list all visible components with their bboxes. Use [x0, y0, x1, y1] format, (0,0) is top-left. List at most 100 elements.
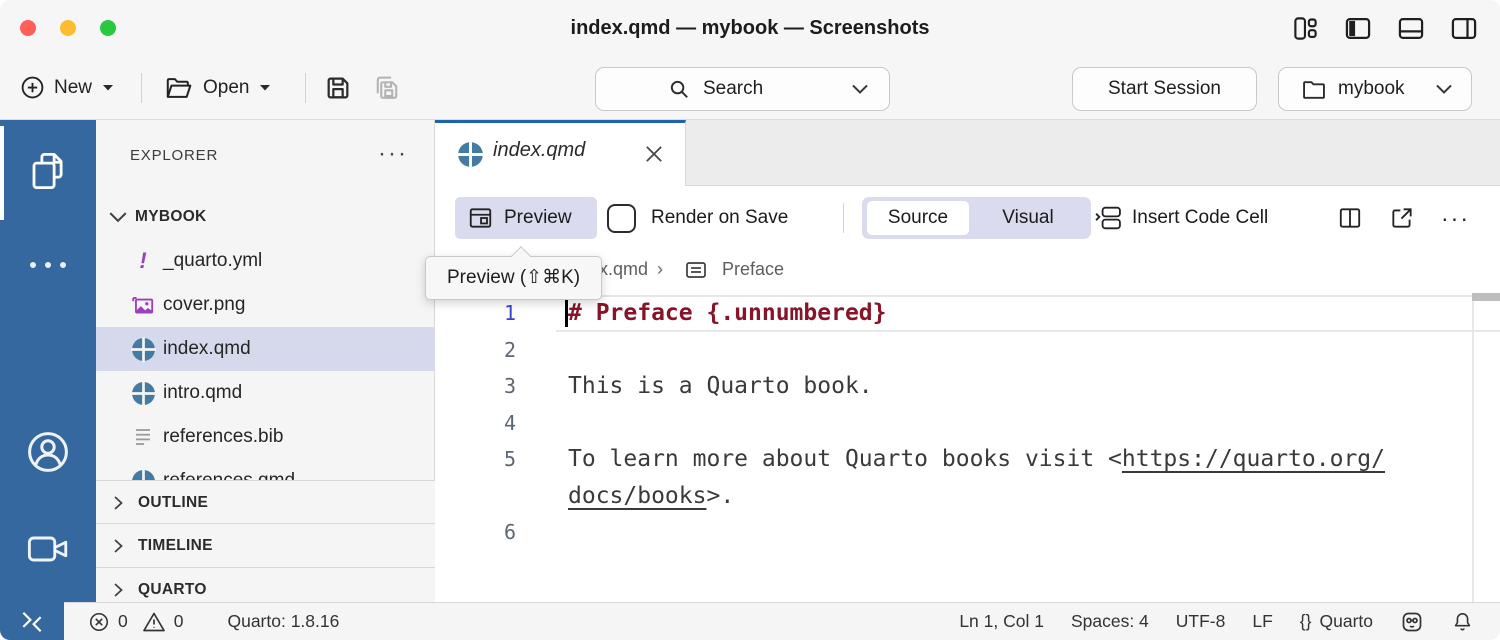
tooltip-label: Preview (⇧⌘K) [447, 267, 580, 288]
files-icon [27, 148, 69, 194]
code-editor[interactable]: 1 # Preface {.unnumbered} 2 3 This is a … [435, 295, 1500, 602]
quarto-version-status[interactable]: Quarto: 1.8.16 [227, 611, 339, 632]
code-line-heading: # Preface {.unnumbered} [568, 295, 887, 332]
title-bar: index.qmd — mybook — Screenshots [0, 0, 1500, 56]
plus-circle-icon [20, 75, 45, 100]
file-item-quarto-yml[interactable]: ! _quarto.yml [96, 239, 435, 283]
new-label: New [54, 77, 92, 99]
search-box[interactable]: Search [595, 67, 890, 111]
search-label: Search [703, 78, 763, 100]
toggle-left-panel-icon[interactable] [1344, 14, 1372, 42]
quarto-file-icon [130, 337, 156, 362]
line-number: 1 [435, 295, 516, 332]
remote-indicator-button[interactable] [0, 602, 64, 640]
file-item-intro-qmd[interactable]: intro.qmd [96, 371, 435, 415]
account-button[interactable] [0, 428, 96, 476]
quarto-file-icon [457, 141, 484, 168]
chevron-down-icon [108, 210, 128, 224]
customize-layout-icon[interactable] [1291, 14, 1319, 42]
file-name: _quarto.yml [163, 250, 262, 272]
search-icon [668, 78, 691, 101]
link-text[interactable]: https://quarto.org/ [1122, 446, 1385, 472]
top-toolbar: New Open [0, 56, 1500, 120]
visual-mode-button[interactable]: Visual [969, 207, 1087, 229]
line-number: 6 [435, 514, 516, 551]
editor-scrollbar[interactable] [1472, 295, 1474, 602]
file-item-index-qmd[interactable]: index.qmd [96, 327, 435, 371]
editor-scrollbar-thumb[interactable] [1472, 293, 1500, 301]
quarto-file-icon [130, 381, 156, 406]
warning-icon [142, 611, 166, 633]
editor-toolbar-separator [843, 203, 844, 233]
insert-code-cell-icon [1093, 205, 1123, 231]
line-number: 3 [435, 368, 516, 405]
more-actions-icon[interactable]: ··· [1441, 205, 1470, 232]
file-name: intro.qmd [163, 382, 242, 404]
account-icon [24, 428, 72, 476]
source-visual-toggle: Source Visual [862, 197, 1091, 239]
save-button[interactable] [324, 56, 352, 119]
save-all-button[interactable] [372, 56, 402, 119]
section-label: TIMELINE [138, 537, 213, 555]
encoding-status[interactable]: UTF-8 [1176, 611, 1226, 632]
explorer-view-button[interactable] [0, 148, 96, 194]
screencast-button[interactable] [0, 532, 96, 566]
open-in-new-window-icon[interactable] [1389, 205, 1415, 231]
code-line-wrapped: docs/books>. [568, 478, 734, 515]
split-editor-icon[interactable] [1337, 205, 1363, 231]
toggle-right-panel-icon[interactable] [1450, 14, 1478, 42]
new-button[interactable]: New [20, 56, 115, 119]
quarto-section-header[interactable]: QUARTO [96, 567, 435, 602]
preview-button[interactable]: Preview [455, 197, 597, 239]
source-mode-button[interactable]: Source [867, 201, 969, 235]
file-name: references.bib [163, 426, 283, 448]
section-label: OUTLINE [138, 494, 208, 512]
insert-code-cell-label: Insert Code Cell [1132, 207, 1268, 229]
workspace-root-item[interactable]: MYBOOK [96, 196, 434, 238]
window-title: index.qmd — mybook — Screenshots [0, 0, 1500, 56]
render-on-save-checkbox[interactable] [607, 204, 636, 233]
insert-code-cell-button[interactable]: Insert Code Cell [1093, 186, 1268, 250]
toggle-bottom-panel-icon[interactable] [1397, 14, 1425, 42]
open-button[interactable]: Open [164, 56, 272, 119]
language-mode-status[interactable]: {} Quarto [1300, 611, 1373, 632]
tab-index-qmd[interactable]: index.qmd [435, 120, 686, 186]
code-line: This is a Quarto book. [568, 368, 873, 405]
tab-strip [686, 120, 1500, 186]
render-on-save-label: Render on Save [651, 186, 788, 250]
close-tab-icon[interactable] [643, 143, 665, 165]
breadcrumb-section[interactable]: Preface [722, 259, 784, 280]
status-bar: 0 0 Quarto: 1.8.16 Ln 1, Col 1 Spaces: 4… [0, 602, 1500, 640]
chevron-right-icon [110, 537, 126, 555]
toolbar-separator [305, 73, 306, 103]
start-session-button[interactable]: Start Session [1072, 67, 1257, 111]
preview-icon [467, 205, 494, 231]
image-file-icon [130, 293, 156, 317]
link-text[interactable]: docs/books [568, 483, 706, 509]
save-all-icon [372, 73, 402, 103]
workspace-switcher-button[interactable]: mybook [1278, 67, 1472, 111]
file-item-references-bib[interactable]: references.bib [96, 415, 435, 459]
eol-status[interactable]: LF [1252, 611, 1272, 632]
save-icon [324, 74, 352, 102]
explorer-more-actions-button[interactable]: ··· [378, 140, 408, 168]
notifications-button[interactable] [1451, 610, 1474, 634]
file-item-cover-png[interactable]: cover.png [96, 283, 435, 327]
more-views-button[interactable] [0, 262, 96, 268]
feedback-smiley-icon [1400, 610, 1424, 634]
chevron-right-icon [110, 494, 126, 512]
problems-button[interactable]: 0 0 [88, 611, 183, 633]
start-session-label: Start Session [1108, 78, 1221, 100]
cursor-position-status[interactable]: Ln 1, Col 1 [959, 611, 1044, 632]
outline-section-header[interactable]: OUTLINE [96, 480, 435, 523]
indentation-status[interactable]: Spaces: 4 [1071, 611, 1149, 632]
editor-area: index.qmd Preview R [435, 120, 1500, 602]
folder-icon [1301, 78, 1327, 101]
toolbar-separator [141, 73, 142, 103]
section-label: QUARTO [138, 581, 207, 599]
ellipsis-icon [30, 262, 66, 268]
feedback-button[interactable] [1400, 610, 1424, 634]
timeline-section-header[interactable]: TIMELINE [96, 523, 435, 567]
explorer-sidebar: EXPLORER ··· MYBOOK ! _quarto.yml [96, 120, 435, 602]
explorer-title: EXPLORER [130, 147, 218, 164]
